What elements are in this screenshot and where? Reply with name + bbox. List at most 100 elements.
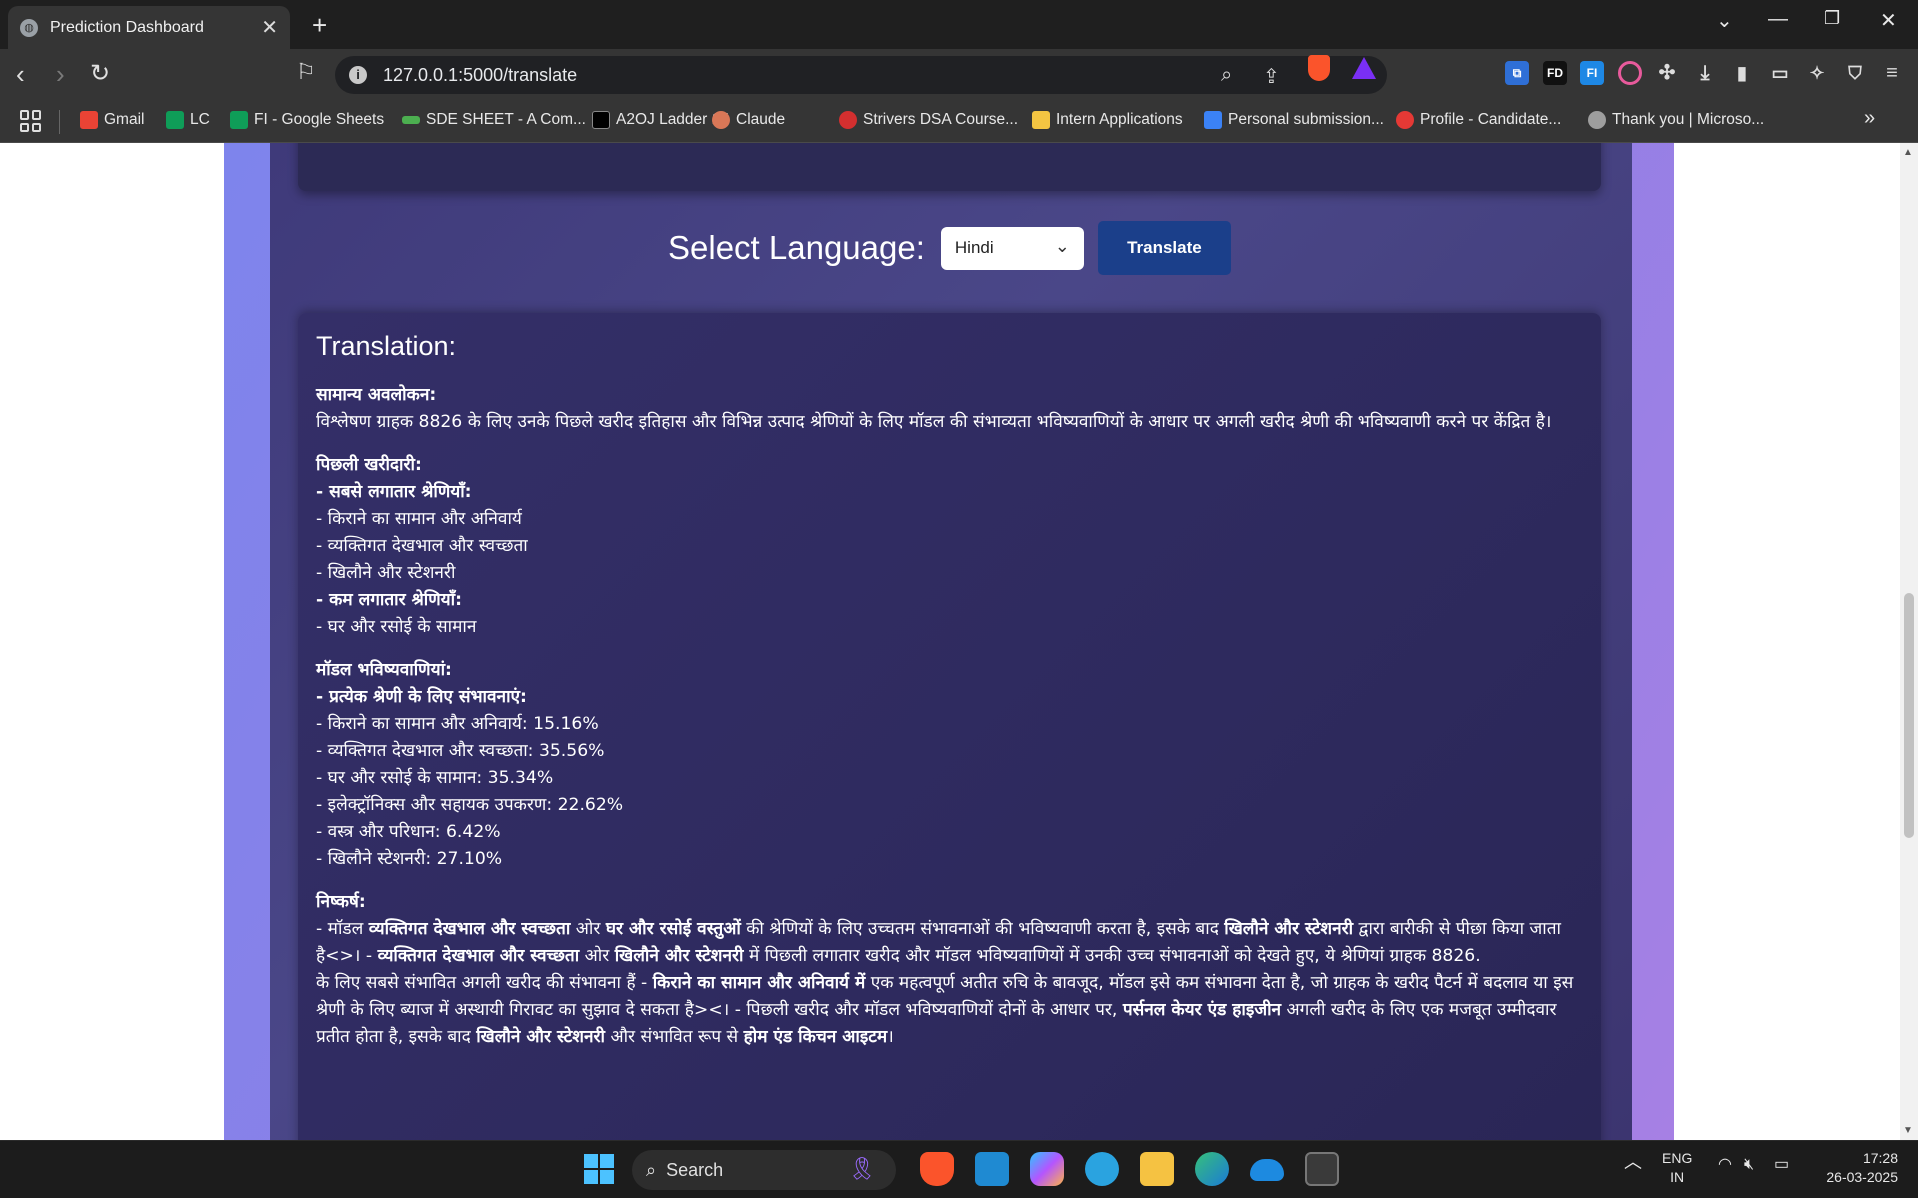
vscode-icon[interactable] — [975, 1152, 1009, 1186]
brave-browser-icon[interactable] — [920, 1152, 954, 1186]
gmail-icon — [80, 111, 98, 129]
share-icon[interactable]: ⇪ — [1263, 64, 1280, 89]
clock[interactable]: 17:28 26-03-2025 — [1818, 1149, 1898, 1187]
new-tab-button[interactable]: + — [312, 10, 327, 41]
bookmark-lc[interactable]: LC — [166, 111, 210, 129]
bookmark-personal-submission[interactable]: Personal submission... — [1204, 111, 1384, 129]
volume-muted-icon[interactable]: 🔇︎ — [1744, 1155, 1754, 1174]
copilot-icon[interactable] — [1030, 1152, 1064, 1186]
extension-fi-icon[interactable]: FI — [1580, 61, 1604, 85]
prediction-item: - खिलौने स्टेशनरी: 27.10% — [316, 849, 503, 869]
bookmark-claude[interactable]: Claude — [712, 111, 785, 129]
past-purchases-section: पिछली खरीदारी: - सबसे लगातार श्रेणियाँ: … — [316, 452, 1583, 641]
oracle-icon — [1396, 111, 1414, 129]
page-viewport: Select Language: Hindi ⌄ Translate Trans… — [0, 143, 1900, 1140]
extensions-puzzle-icon[interactable]: ✣ — [1655, 61, 1679, 85]
globe-icon: ◍ — [20, 18, 38, 37]
language-select[interactable]: Hindi ⌄ — [940, 226, 1084, 270]
translate-button[interactable]: Translate — [1097, 221, 1231, 275]
scroll-down-icon[interactable]: ▼ — [1903, 1125, 1913, 1136]
bookmark-label: SDE SHEET - A Com... — [426, 111, 586, 128]
site-info-icon[interactable]: i — [349, 66, 367, 84]
text-run: ओर — [579, 946, 615, 966]
overview-text: विश्लेषण ग्राहक 8826 के लिए उनके पिछले ख… — [316, 412, 1552, 432]
chart-bars-icon — [1204, 111, 1222, 129]
taskbar-search[interactable]: ⌕ Search 🎗 — [632, 1150, 896, 1190]
text-run: ओर — [570, 919, 606, 939]
bold-text-run: खिलौने और स्टेशनरी — [476, 1027, 606, 1047]
bold-text-run: व्यक्तिगत देखभाल और स्वच्छता — [368, 919, 571, 939]
bookmark-profile-candidate[interactable]: Profile - Candidate... — [1396, 111, 1561, 129]
scroll-up-icon[interactable]: ▲ — [1903, 147, 1913, 158]
zoom-icon[interactable]: ⌕ — [1221, 64, 1232, 87]
bookmark-label: LC — [190, 111, 210, 128]
battery-icon[interactable]: ▭ — [1774, 1155, 1789, 1174]
translation-title: Translation: — [316, 331, 457, 361]
bold-text-run: किराने का सामान और अनिवार्य में — [652, 973, 866, 993]
language-indicator[interactable]: ENG IN — [1662, 1149, 1692, 1187]
scroll-thumb[interactable] — [1904, 593, 1914, 838]
bookmark-a2oj[interactable]: A2OJ Ladder 15 — [592, 111, 729, 129]
windows-start-icon[interactable] — [584, 1154, 614, 1184]
bold-text-run: खिलौने और स्टेशनरी — [614, 946, 744, 966]
leo-ai-icon[interactable]: ✧ — [1805, 61, 1829, 85]
extension-copy-icon[interactable]: ⧉ — [1505, 61, 1529, 85]
bookmark-gmail[interactable]: Gmail — [80, 111, 144, 129]
vpn-shield-icon[interactable]: ⛉ — [1843, 61, 1867, 85]
apps-grid-icon[interactable] — [20, 110, 42, 132]
bookmark-strivers[interactable]: Strivers DSA Course... — [839, 111, 1018, 129]
onedrive-icon[interactable] — [1250, 1159, 1284, 1181]
reload-button[interactable]: ↻ — [90, 59, 110, 88]
more-bookmarks-icon[interactable]: » — [1864, 107, 1875, 130]
bookmark-sde-sheet[interactable]: SDE SHEET - A Com... — [402, 111, 586, 129]
taskbar: ⌕ Search 🎗 ︿ ENG IN ◠ 🔇︎ ▭ 17:28 26-03-2… — [0, 1140, 1918, 1198]
page-scrollbar[interactable]: ▲ ▼ — [1900, 143, 1918, 1140]
telegram-icon[interactable] — [1085, 1152, 1119, 1186]
conclusion-paragraph-2: के लिए सबसे संभावित अगली खरीद की संभावना… — [316, 970, 1583, 1051]
model-predictions-section: मॉडल भविष्यवाणियां: - प्रत्येक श्रेणी के… — [316, 657, 1583, 873]
file-explorer-icon[interactable] — [1140, 1152, 1174, 1186]
extension-color-icon[interactable] — [1618, 61, 1642, 85]
address-bar[interactable]: i 127.0.0.1:5000/translate ⌕ ⇪ — [335, 56, 1387, 94]
clock-time: 17:28 — [1862, 1150, 1898, 1166]
model-predictions-heading: मॉडल भविष्यवाणियां: — [316, 660, 452, 680]
close-tab-icon[interactable]: ✕ — [261, 15, 278, 40]
menu-icon[interactable]: ≡ — [1880, 61, 1904, 85]
back-button[interactable]: ‹ — [16, 59, 25, 90]
conclusion-paragraph-1: - मॉडल व्यक्तिगत देखभाल और स्वच्छता ओर घ… — [316, 916, 1583, 970]
terminal-icon[interactable] — [1305, 1152, 1339, 1186]
tab-search-chevron-icon[interactable]: ⌄ — [1716, 8, 1733, 33]
bold-text-run: खिलौने और स्टेशनरी — [1224, 919, 1354, 939]
language-selector-row: Select Language: Hindi ⌄ Translate — [668, 221, 1231, 275]
tab-title: Prediction Dashboard — [50, 18, 204, 36]
downloads-icon[interactable]: ⤓ — [1693, 61, 1717, 85]
bookmark-fi-sheets[interactable]: FI - Google Sheets — [230, 111, 384, 129]
edge-icon[interactable] — [1195, 1152, 1229, 1186]
minimize-button[interactable]: — — [1768, 8, 1788, 31]
bookmark-thank-you-microsoft[interactable]: Thank you | Microso... — [1588, 111, 1764, 129]
restore-button[interactable]: ❐ — [1824, 8, 1840, 29]
close-window-button[interactable]: ✕ — [1880, 8, 1897, 33]
wallet-icon[interactable]: ▭ — [1768, 61, 1792, 85]
conclusion-section: निष्कर्ष: - मॉडल व्यक्तिगत देखभाल और स्व… — [316, 889, 1583, 1051]
list-item: - खिलौने और स्टेशनरी — [316, 563, 456, 583]
wifi-icon[interactable]: ◠ — [1718, 1155, 1732, 1174]
tab-prediction-dashboard[interactable]: ◍ Prediction Dashboard ✕ — [8, 6, 290, 49]
sidebar-icon[interactable]: ▮ — [1730, 61, 1754, 85]
bookmark-intern-applications[interactable]: Intern Applications — [1032, 111, 1183, 129]
forward-button[interactable]: › — [56, 59, 65, 90]
brave-rewards-icon[interactable] — [1352, 57, 1376, 79]
bold-text-run: पर्सनल केयर एंड हाइजीन — [1122, 1000, 1282, 1020]
bookmark-label: Gmail — [104, 111, 145, 128]
bookmarks-divider — [59, 110, 60, 134]
probabilities-label: - प्रत्येक श्रेणी के लिए संभावनाएं: — [316, 687, 527, 707]
bold-text-run: व्यक्तिगत देखभाल और स्वच्छता — [377, 946, 580, 966]
extension-fd-icon[interactable]: FD — [1543, 61, 1567, 85]
bookmark-icon[interactable]: ⚐ — [296, 59, 316, 85]
conclusion-heading: निष्कर्ष: — [316, 892, 366, 912]
bold-text-run: घर और रसोई वस्तुओं — [605, 919, 741, 939]
sde-sheet-icon — [402, 116, 420, 124]
show-hidden-icons-chevron[interactable]: ︿ — [1624, 1153, 1642, 1172]
bookmark-label: Profile - Candidate... — [1420, 111, 1562, 128]
brave-shields-icon[interactable] — [1308, 55, 1330, 81]
